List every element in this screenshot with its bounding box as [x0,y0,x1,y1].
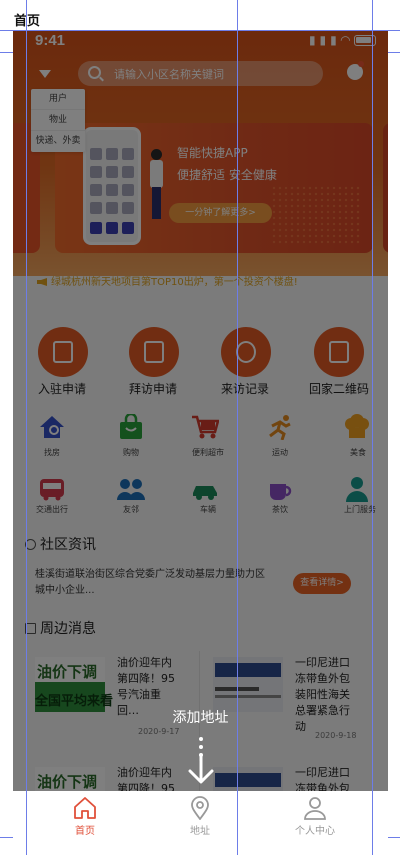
tab-label: 地址 [190,826,210,837]
guide-line-vertical [372,0,373,855]
arrow-down-icon [188,753,214,784]
tab-label: 个人中心 [295,826,335,837]
tab-profile[interactable]: 个人中心 [285,791,345,839]
guide-dim-overlay[interactable] [13,31,388,791]
page-title: 首页 [14,14,41,29]
guide-line-vertical [237,0,238,855]
bottom-tab-bar: 首页 地址 个人中心 [13,791,388,839]
guide-tooltip: 添加地址 [172,710,229,726]
phone-screen: 9:41 ▮▮▮◠ 请输入小区名称关键词 用户 物业 快递、外卖 智能快捷APP… [13,31,388,839]
tab-address[interactable]: 地址 [170,791,230,839]
tab-home[interactable]: 首页 [55,791,115,839]
home-icon [74,797,96,819]
guide-line-vertical [26,0,27,855]
tab-label: 首页 [75,826,95,837]
location-pin-icon [191,796,209,820]
person-icon [304,797,326,820]
